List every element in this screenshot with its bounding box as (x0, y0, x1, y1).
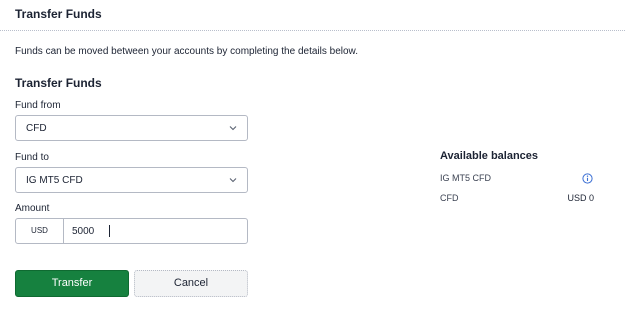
balance-row: IG MT5 CFD (440, 173, 594, 187)
form-section-title: Transfer Funds (15, 76, 102, 90)
balance-row: CFD USD 0 (440, 193, 594, 207)
info-icon[interactable] (582, 173, 593, 184)
description-text: Funds can be moved between your accounts… (15, 46, 358, 57)
available-balances-title: Available balances (440, 150, 539, 162)
balance-account-name: CFD (440, 193, 459, 203)
balance-amount: USD 0 (567, 193, 594, 203)
fund-from-select[interactable]: CFD (15, 115, 248, 141)
fund-to-select[interactable]: IG MT5 CFD (15, 167, 248, 193)
transfer-button[interactable]: Transfer (15, 270, 129, 297)
chevron-down-icon (229, 126, 237, 131)
amount-input[interactable] (72, 224, 242, 238)
amount-field[interactable]: USD (15, 218, 248, 244)
page-title: Transfer Funds (15, 7, 102, 21)
fund-to-value: IG MT5 CFD (26, 175, 83, 186)
cancel-button[interactable]: Cancel (134, 270, 248, 297)
fund-to-label: Fund to (15, 152, 49, 163)
chevron-down-icon (229, 178, 237, 183)
amount-label: Amount (15, 203, 50, 214)
fund-from-label: Fund from (15, 100, 61, 111)
text-caret (109, 225, 110, 237)
fund-from-value: CFD (26, 123, 47, 134)
page-header: Transfer Funds (0, 0, 625, 31)
balance-account-name: IG MT5 CFD (440, 173, 491, 183)
currency-prefix: USD (16, 219, 64, 243)
